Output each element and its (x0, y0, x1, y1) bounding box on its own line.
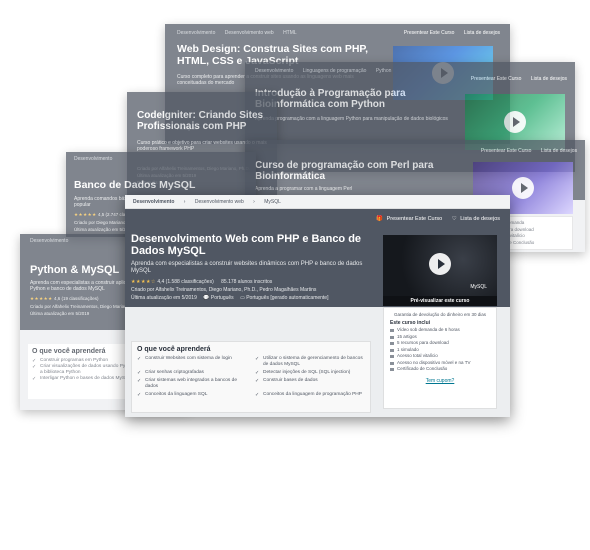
breadcrumb-item[interactable]: Python (376, 68, 392, 74)
course-title: Python & MySQL (30, 264, 120, 276)
breadcrumb-item[interactable]: Desenvolvimento web (195, 199, 244, 205)
card-actions: Presentear Este Curso Lista de desejos (473, 148, 577, 154)
card-actions: Presentear Este Curso Lista de desejos (463, 76, 567, 82)
course-title: Banco de Dados MySQL (74, 179, 196, 191)
gift-course-button[interactable]: Presentear Este Curso (471, 76, 522, 82)
breadcrumb-item[interactable]: Desenvolvimento (133, 199, 174, 205)
learn-item: Construir Websites com sistema de login (137, 356, 247, 362)
breadcrumb: Desenvolvimento Desenvolvimento web HTML (177, 30, 305, 36)
preview-label[interactable]: Pré-visualizar este curso (383, 296, 497, 306)
course-authors: Criado por Diego Mariano (74, 220, 126, 225)
breadcrumb-item[interactable]: Desenvolvimento (177, 30, 215, 36)
learn-item: Interligar Python e bases de dados MySQL (32, 376, 139, 382)
breadcrumb-item[interactable]: HTML (283, 30, 297, 36)
learn-item: Construir bases de dados (255, 378, 365, 384)
learn-item: Criar senhas criptografadas (137, 370, 247, 376)
chevron-right-icon: › (183, 199, 186, 205)
chevron-right-icon: › (253, 199, 255, 205)
course-subtitle: Aprenda a programar com a linguagem Perl (255, 186, 353, 192)
course-authors: Criado por Alfahelix Treinamentos, Diego… (30, 304, 130, 309)
course-title: Curso de programação com Perl para Bioin… (255, 160, 434, 183)
learn-item: Detectar injeções de SQL (SQL injection) (255, 370, 365, 376)
course-rating: ★★★★★ 4,6 (19 classificações) (30, 296, 98, 302)
rating-stars: ★★★★☆ (131, 279, 156, 285)
learn-item: Criar visualizações de dados usando Pyth… (32, 364, 139, 376)
breadcrumb-item[interactable]: Desenvolvimento (255, 68, 293, 74)
breadcrumb: Desenvolvimento › Desenvolvimento web › … (133, 199, 289, 205)
learn-item: Utilizar o sistema de gerenciamento de b… (255, 356, 365, 368)
course-subtitle: Aprenda programação com a linguagem Pyth… (255, 116, 448, 122)
learn-item: Conceitos da linguagem SQL (137, 392, 247, 398)
course-title: Introdução à Programação para Bioinformá… (255, 88, 406, 111)
learn-title: O que você aprenderá (32, 348, 106, 355)
purchase-sidebar: Garantia de devolução do dinheiro em 30 … (383, 307, 497, 409)
breadcrumb: Desenvolvimento (74, 156, 120, 162)
rating-stars: ★★★★★ (74, 212, 97, 217)
rating-text: 4,6 (19 classificações) (53, 296, 99, 301)
student-count: 85.178 alunos inscritos (221, 279, 273, 285)
wishlist-button[interactable]: Lista de desejos (460, 216, 500, 222)
course-rating-row: ★★★★☆ 4,4 (1.588 classificações) 85.178 … (131, 279, 272, 285)
wishlist-button[interactable]: Lista de desejos (541, 148, 577, 154)
play-icon[interactable] (504, 111, 526, 133)
authors-link[interactable]: Criado por Alfahelix Treinamentos, Diego… (131, 287, 316, 293)
course-captions: Português [gerado automaticamente] (246, 295, 329, 301)
money-back-guarantee: Garantia de devolução do dinheiro em 30 … (393, 312, 487, 317)
course-meta-row: Última atualização em 5/2019 💬 Português… (131, 295, 328, 301)
learn-grid: Construir Websites com sistema de login … (137, 356, 365, 398)
course-preview-thumbnail[interactable]: MySQL (383, 235, 497, 296)
heart-icon: ♡ (451, 216, 457, 222)
breadcrumb: Desenvolvimento Linguagens de programaçã… (255, 68, 399, 74)
includes-list: Vídeo sob demanda de 6 horas 15 artigos … (390, 327, 490, 373)
learn-section: O que você aprenderá Construir Websites … (131, 341, 371, 413)
captions-icon: ▭ (240, 295, 245, 301)
breadcrumb-item[interactable]: Desenvolvimento web (225, 30, 274, 36)
include-item: Certificado de Conclusão (390, 366, 490, 373)
thumbnail-caption: MySQL (470, 284, 487, 290)
wishlist-button[interactable]: Lista de desejos (531, 76, 567, 82)
course-card-main[interactable]: Desenvolvimento › Desenvolvimento web › … (125, 195, 510, 417)
speech-icon: 💬 (203, 295, 210, 301)
learn-item: Criar sistemas web integrados a bancos d… (137, 378, 247, 390)
gift-course-button[interactable]: Presentear Este Curso (404, 30, 455, 36)
gift-course-button[interactable]: Presentear Este Curso (387, 216, 443, 222)
learn-item: Conceitos da linguagem de programação PH… (255, 392, 365, 398)
rating-text[interactable]: 4,4 (1.588 classificações) (157, 279, 213, 285)
breadcrumb-bar: Desenvolvimento › Desenvolvimento web › … (125, 195, 510, 209)
course-updated: Última atualização em 5/2019 (30, 311, 90, 316)
includes-title: Este curso inclui (390, 320, 431, 326)
breadcrumb: Desenvolvimento (30, 238, 76, 244)
course-title: CodeIgniter: Criando Sites Profissionais… (137, 110, 264, 133)
course-language: Português (210, 295, 234, 301)
breadcrumb-item[interactable]: MySQL (264, 199, 281, 205)
gift-course-button[interactable]: Presentear Este Curso (481, 148, 532, 154)
breadcrumb-item[interactable]: Desenvolvimento (30, 238, 68, 244)
learn-title: O que você aprenderá (137, 346, 211, 353)
card-actions: 🎁 Presentear Este Curso ♡ Lista de desej… (368, 216, 500, 222)
coupon-link[interactable]: Tem cupom? (390, 378, 490, 384)
course-subtitle: Aprenda com especialistas a construir we… (131, 261, 363, 275)
gift-icon: 🎁 (376, 216, 384, 222)
card-actions: Presentear Este Curso Lista de desejos (396, 30, 500, 36)
course-updated: Última atualização em 5/2019 (131, 295, 197, 301)
play-icon[interactable] (512, 177, 534, 199)
course-title: Desenvolvimento Web com PHP e Banco de D… (131, 233, 362, 258)
breadcrumb-item[interactable]: Linguagens de programação (303, 68, 367, 74)
breadcrumb-item[interactable]: Desenvolvimento (74, 156, 112, 162)
rating-stars: ★★★★★ (30, 296, 53, 301)
play-icon[interactable] (429, 253, 451, 275)
wishlist-button[interactable]: Lista de desejos (464, 30, 500, 36)
course-hero: Desenvolvimento › Desenvolvimento web › … (125, 195, 510, 307)
course-authors: Criado por Alfahelix Treinamentos, Diego… (131, 287, 316, 293)
